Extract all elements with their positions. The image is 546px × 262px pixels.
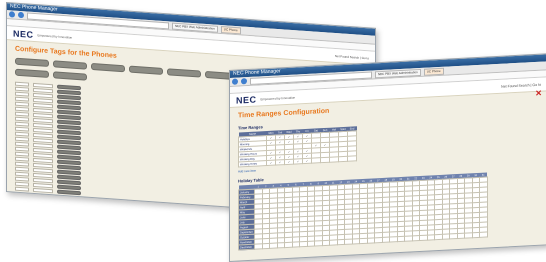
holiday-day-cell[interactable] <box>344 239 352 245</box>
close-icon[interactable]: ✕ <box>535 89 542 98</box>
holiday-day-cell[interactable] <box>449 233 457 239</box>
holiday-day-cell[interactable] <box>442 233 450 240</box>
holiday-day-cell[interactable] <box>352 238 360 245</box>
holiday-day-cell[interactable] <box>479 231 487 238</box>
month-label: December <box>238 244 255 251</box>
browser-tab-active[interactable]: UC Phone <box>423 67 444 76</box>
holiday-day-cell[interactable] <box>337 239 345 245</box>
brand-tagline: Empowered by Innovation <box>37 32 73 40</box>
holiday-day-cell[interactable] <box>269 242 277 249</box>
forward-icon[interactable] <box>18 11 24 19</box>
header-links[interactable]: Net Found Search | Go to <box>335 53 369 59</box>
phone-value-cell <box>33 197 53 204</box>
browser-tab-active[interactable]: UC Phone <box>220 25 241 34</box>
tag-button[interactable] <box>15 57 49 68</box>
phone-number-cell <box>15 196 29 202</box>
holiday-day-cell[interactable] <box>412 235 420 241</box>
holiday-day-cell[interactable] <box>427 234 435 241</box>
holiday-day-cell[interactable] <box>314 240 322 247</box>
holiday-day-cell[interactable] <box>299 241 307 247</box>
holiday-day-cell[interactable] <box>329 239 337 246</box>
holiday-day-cell[interactable] <box>359 238 367 244</box>
holiday-day-cell[interactable] <box>307 241 315 247</box>
holiday-day-cell[interactable] <box>277 242 285 248</box>
browser-window-time-ranges: NEC Phone Manager NEC PBX Web Administra… <box>229 53 546 262</box>
holiday-day-cell[interactable] <box>367 237 375 244</box>
holiday-day-cell[interactable] <box>389 236 397 243</box>
tag-button[interactable] <box>53 60 87 70</box>
tag-button[interactable] <box>15 68 49 79</box>
holiday-day-cell[interactable] <box>434 234 442 240</box>
forward-icon[interactable] <box>241 78 247 85</box>
holiday-day-cell[interactable] <box>419 235 427 241</box>
brand-tagline: Empowered by Innovation <box>260 95 296 101</box>
holiday-day-cell[interactable] <box>284 242 292 248</box>
holiday-day-cell[interactable] <box>397 236 405 242</box>
nec-logo: NEC <box>13 27 34 40</box>
back-icon[interactable] <box>232 78 238 85</box>
tag-button[interactable] <box>91 62 125 73</box>
holiday-table: 1 2 3 4 5 6 7 8 9 10 11 12 13 14 15 16 17 18 19 20 21 22 23 24 2… <box>238 172 488 251</box>
holiday-day-cell[interactable] <box>262 243 270 249</box>
nec-logo: NEC <box>236 94 257 106</box>
holiday-day-cell[interactable] <box>382 237 390 243</box>
tag-button[interactable] <box>167 68 201 78</box>
holiday-day-cell[interactable] <box>472 232 480 238</box>
holiday-day-cell[interactable] <box>404 235 412 242</box>
holiday-day-cell[interactable] <box>322 240 330 246</box>
holiday-day-cell[interactable] <box>254 243 262 250</box>
phone-value-cell <box>33 192 53 199</box>
holiday-day-cell[interactable] <box>374 237 382 243</box>
holiday-day-cell[interactable] <box>464 232 472 239</box>
tag-select-button[interactable] <box>57 194 81 201</box>
tag-select-button[interactable] <box>57 199 81 206</box>
back-icon[interactable] <box>9 11 15 18</box>
holiday-day-cell[interactable] <box>292 241 300 248</box>
holiday-day-cell[interactable] <box>457 233 465 239</box>
header-links[interactable]: Net Found Search | Go to <box>501 82 541 88</box>
tag-button[interactable] <box>53 71 87 81</box>
tag-button[interactable] <box>129 65 163 75</box>
phone-number-cell <box>15 191 29 197</box>
